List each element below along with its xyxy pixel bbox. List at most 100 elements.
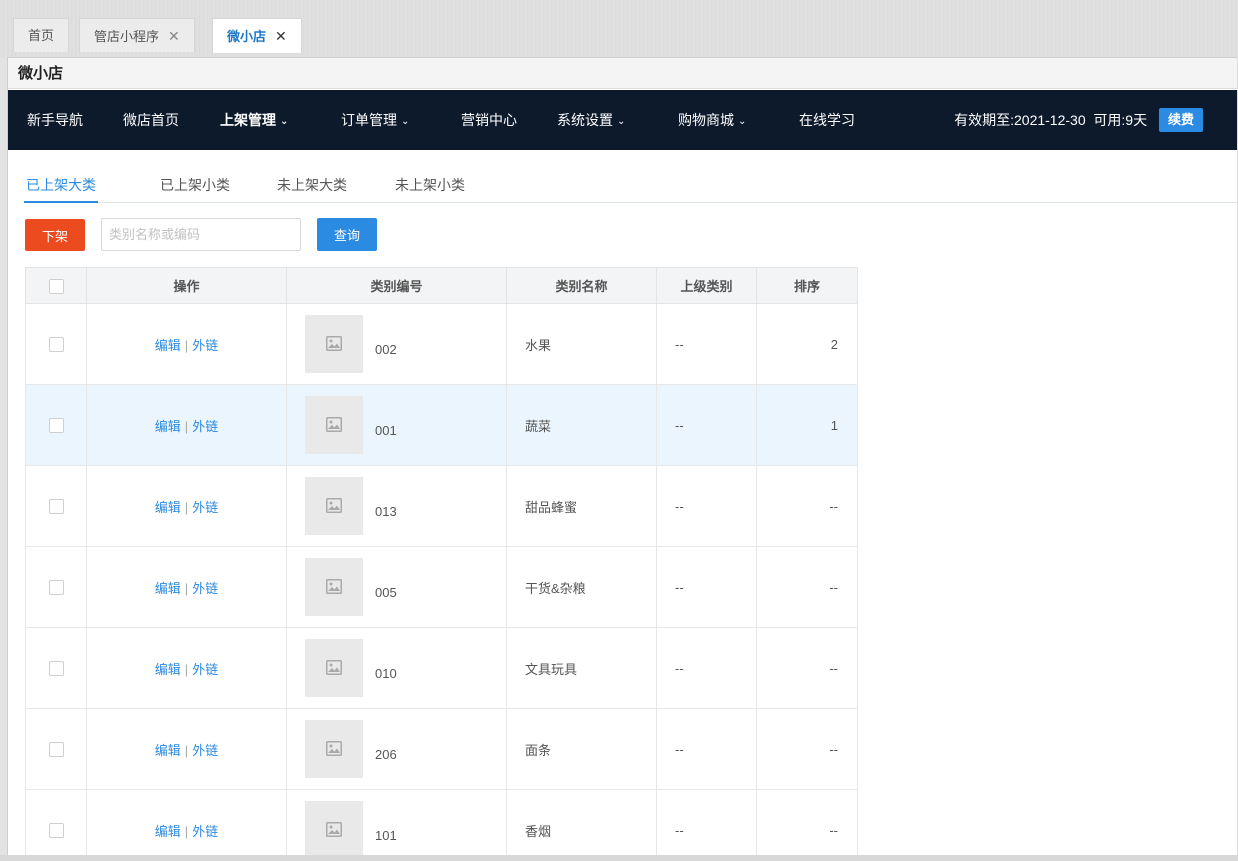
row-select-cell <box>25 708 87 790</box>
row-code-cell: 101 <box>286 789 507 855</box>
nav-item-mall[interactable]: 购物商城 ⌄ <box>678 90 746 150</box>
row-code-cell: 002 <box>286 303 507 385</box>
close-icon[interactable]: ✕ <box>168 28 180 44</box>
row-checkbox[interactable] <box>48 580 64 596</box>
row-checkbox[interactable] <box>48 823 64 839</box>
tab-unlisted-major[interactable]: 未上架大类 <box>275 174 349 203</box>
category-thumbnail[interactable] <box>305 396 363 454</box>
edit-link[interactable]: 编辑 <box>155 500 181 515</box>
window-tab-strip: 首页 管店小程序 ✕ 微小店 ✕ <box>0 0 1238 57</box>
row-code-cell: 206 <box>286 708 507 790</box>
row-actions: 编辑 | 外链 <box>86 303 287 385</box>
row-checkbox[interactable] <box>48 742 64 758</box>
parent-category: -- <box>656 465 757 547</box>
tab-listed-minor[interactable]: 已上架小类 <box>158 174 232 203</box>
edit-link[interactable]: 编辑 <box>155 338 181 353</box>
action-separator: | <box>184 499 189 515</box>
category-code: 001 <box>375 422 397 438</box>
tab-home[interactable]: 首页 <box>13 18 70 52</box>
select-all-checkbox[interactable] <box>48 278 64 294</box>
row-actions: 编辑 | 外链 <box>86 708 287 790</box>
row-checkbox[interactable] <box>48 661 64 677</box>
nav-item-label: 在线学习 <box>799 112 855 128</box>
category-thumbnail[interactable] <box>305 558 363 616</box>
nav-item-listing[interactable]: 上架管理 ⌄ <box>220 90 288 150</box>
external-link[interactable]: 外链 <box>192 338 218 353</box>
tab-unlisted-minor[interactable]: 未上架小类 <box>393 174 467 203</box>
sort-order: -- <box>756 789 858 855</box>
horizontal-scrollbar[interactable] <box>0 855 1238 861</box>
renew-button[interactable]: 续费 <box>1158 108 1203 133</box>
category-table: 操作 类别编号 类别名称 上级类别 排序 编辑 | 外链 002 水果 -- 2 编辑 | 外链 0… <box>25 267 858 855</box>
tab-mini-program[interactable]: 管店小程序 ✕ <box>79 18 195 52</box>
category-name: 面条 <box>506 708 657 790</box>
nav-item-guide[interactable]: 新手导航 <box>27 90 83 150</box>
edit-link[interactable]: 编辑 <box>155 581 181 596</box>
table-row[interactable]: 编辑 | 外链 010 文具玩具 -- -- <box>25 627 858 709</box>
category-thumbnail[interactable] <box>305 477 363 535</box>
action-separator: | <box>184 337 189 353</box>
external-link[interactable]: 外链 <box>192 662 218 677</box>
table-row[interactable]: 编辑 | 外链 013 甜品蜂蜜 -- -- <box>25 465 858 547</box>
chevron-down-icon: ⌄ <box>617 116 626 127</box>
header-operation: 操作 <box>86 267 287 304</box>
category-thumbnail[interactable] <box>305 801 363 855</box>
category-name: 水果 <box>506 303 657 385</box>
delist-button[interactable]: 下架 <box>25 219 85 251</box>
edit-link[interactable]: 编辑 <box>155 419 181 434</box>
row-checkbox[interactable] <box>48 499 64 515</box>
nav-item-label: 新手导航 <box>27 112 83 128</box>
table-row[interactable]: 编辑 | 外链 001 蔬菜 -- 1 <box>25 384 858 466</box>
close-icon[interactable]: ✕ <box>275 28 287 44</box>
search-input[interactable] <box>101 218 301 251</box>
external-link[interactable]: 外链 <box>192 500 218 515</box>
category-code: 206 <box>375 746 397 762</box>
sort-order: -- <box>756 546 858 628</box>
edit-link[interactable]: 编辑 <box>155 824 181 839</box>
edit-link[interactable]: 编辑 <box>155 662 181 677</box>
expiry-info: 有效期至:2021-12-30 可用:9天 续费 <box>954 90 1203 150</box>
table-row[interactable]: 编辑 | 外链 002 水果 -- 2 <box>25 303 858 385</box>
row-select-cell <box>25 546 87 628</box>
chevron-down-icon: ⌄ <box>738 116 747 127</box>
row-checkbox[interactable] <box>48 418 64 434</box>
category-thumbnail[interactable] <box>305 720 363 778</box>
category-thumbnail[interactable] <box>305 639 363 697</box>
sort-order: -- <box>756 465 858 547</box>
table-row[interactable]: 编辑 | 外链 005 干货&杂粮 -- -- <box>25 546 858 628</box>
external-link[interactable]: 外链 <box>192 824 218 839</box>
category-name: 甜品蜂蜜 <box>506 465 657 547</box>
parent-category: -- <box>656 384 757 466</box>
external-link[interactable]: 外链 <box>192 743 218 758</box>
nav-item-marketing[interactable]: 营销中心 <box>461 90 517 150</box>
query-button[interactable]: 查询 <box>317 218 377 251</box>
category-thumbnail[interactable] <box>305 315 363 373</box>
category-name: 蔬菜 <box>506 384 657 466</box>
parent-category: -- <box>656 789 757 855</box>
category-code: 002 <box>375 341 397 357</box>
row-select-cell <box>25 627 87 709</box>
sort-order: -- <box>756 708 858 790</box>
tab-micro-shop[interactable]: 微小店 ✕ <box>212 18 302 53</box>
parent-category: -- <box>656 708 757 790</box>
tab-listed-major[interactable]: 已上架大类 <box>24 174 98 203</box>
external-link[interactable]: 外链 <box>192 581 218 596</box>
nav-item-settings[interactable]: 系统设置 ⌄ <box>557 90 625 150</box>
sort-order: 1 <box>756 384 858 466</box>
sort-order: 2 <box>756 303 858 385</box>
nav-item-shop-home[interactable]: 微店首页 <box>123 90 179 150</box>
nav-item-learning[interactable]: 在线学习 <box>799 90 855 150</box>
header-code: 类别编号 <box>286 267 507 304</box>
action-separator: | <box>184 580 189 596</box>
image-placeholder-icon <box>326 741 342 756</box>
table-row[interactable]: 编辑 | 外链 206 面条 -- -- <box>25 708 858 790</box>
sort-order: -- <box>756 627 858 709</box>
table-row[interactable]: 编辑 | 外链 101 香烟 -- -- <box>25 789 858 855</box>
nav-item-label: 系统设置 <box>557 112 613 128</box>
category-code: 013 <box>375 503 397 519</box>
nav-item-orders[interactable]: 订单管理 ⌄ <box>341 90 409 150</box>
external-link[interactable]: 外链 <box>192 419 218 434</box>
edit-link[interactable]: 编辑 <box>155 743 181 758</box>
action-separator: | <box>184 823 189 839</box>
row-checkbox[interactable] <box>48 337 64 353</box>
